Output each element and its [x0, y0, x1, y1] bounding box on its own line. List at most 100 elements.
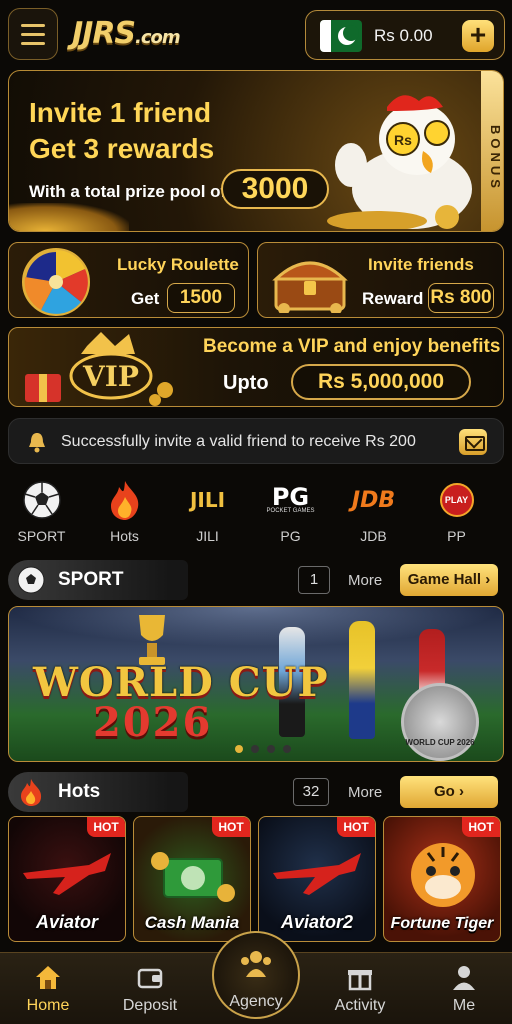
prize-pool-label: With a total prize pool of: [29, 182, 227, 201]
treasure-chest-icon: [272, 261, 348, 313]
mail-icon[interactable]: [459, 429, 487, 455]
carousel-dot[interactable]: [251, 745, 259, 753]
add-funds-button[interactable]: +: [462, 20, 494, 52]
lucky-roulette-card[interactable]: Lucky Roulette Get 1500: [8, 242, 249, 318]
game-name: Fortune Tiger: [390, 915, 494, 932]
sport-section-header: SPORT 1 More Game Hall ›: [8, 560, 504, 600]
nav-home[interactable]: Home: [0, 953, 96, 1024]
game-name: Aviator: [35, 912, 98, 932]
soccer-ball-icon: [17, 566, 45, 594]
menu-icon: [21, 23, 45, 27]
cash-stack-icon: [151, 852, 235, 902]
hot-badge: HOT: [212, 817, 250, 837]
wallet-icon: [137, 968, 163, 989]
svg-text:Rs: Rs: [394, 132, 412, 148]
category-pg[interactable]: PG POCKET GAMES PG: [249, 478, 332, 548]
top-bar: JJRS.com Rs 0.00 +: [0, 0, 512, 70]
carousel-dot[interactable]: [235, 745, 243, 753]
tiger-mascot-icon: [411, 843, 475, 907]
roulette-get-label: Get: [131, 289, 160, 308]
chicken-mascot-image: Rs: [327, 95, 472, 229]
hots-section-tab: Hots: [8, 772, 188, 812]
invite-reward-value: Rs 800: [428, 283, 494, 313]
game-card-aviator[interactable]: HOT Aviator: [8, 816, 126, 942]
hots-more-link[interactable]: More: [348, 784, 382, 801]
gift-icon: [348, 970, 372, 991]
category-hots[interactable]: Hots: [83, 478, 166, 548]
hots-section-title: Hots: [58, 781, 101, 802]
roulette-wheel-icon: [22, 248, 90, 316]
hot-games-list: HOT Aviator HOT Cash Mania HOT Aviator2 …: [8, 816, 504, 942]
hots-section-header: Hots 32 More Go ›: [8, 772, 504, 812]
jdb-logo-icon: JDB: [351, 487, 396, 513]
hot-badge: HOT: [462, 817, 500, 837]
invite-friends-card[interactable]: Invite friends Reward Rs 800: [257, 242, 504, 318]
invite-promo-banner[interactable]: Invite 1 friend Get 3 rewards With a tot…: [8, 70, 504, 232]
invite-subheadline: Get 3 rewards: [29, 133, 215, 164]
carousel-dot[interactable]: [267, 745, 275, 753]
nav-deposit[interactable]: Deposit: [102, 953, 198, 1024]
home-icon: [36, 966, 60, 989]
balance-amount: Rs 0.00: [374, 26, 433, 45]
category-jili[interactable]: JILI JILI: [166, 478, 249, 548]
play-logo-icon: PLAY: [439, 483, 474, 517]
game-card-aviator2[interactable]: HOT Aviator2: [258, 816, 376, 942]
vip-upto-label: Upto: [223, 372, 269, 394]
vip-crown-image: VIP: [25, 332, 173, 406]
game-name: Cash Mania: [144, 913, 240, 932]
notice-bar[interactable]: Successfully invite a valid friend to re…: [8, 418, 504, 464]
nav-agency[interactable]: Agency: [208, 951, 304, 1024]
vip-max-value: Rs 5,000,000: [291, 364, 471, 400]
vip-promo-banner[interactable]: VIP Become a VIP and enjoy benefits Upto…: [8, 327, 504, 407]
roulette-value: 1500: [167, 283, 235, 313]
sport-section-tab: SPORT: [8, 560, 188, 600]
bell-icon: [29, 433, 45, 453]
airplane-icon: [273, 853, 361, 895]
svg-text:VIP: VIP: [82, 360, 139, 393]
world-cup-year: 2026: [93, 699, 213, 746]
hots-count: 32: [293, 778, 329, 806]
invite-friends-title: Invite friends: [368, 255, 474, 274]
hot-badge: HOT: [87, 817, 125, 837]
flame-icon: [21, 779, 42, 806]
nav-me[interactable]: Me: [416, 953, 512, 1024]
bottom-navigation: Home Deposit Agency Activity Me: [0, 931, 512, 1024]
invite-headline: Invite 1 friend: [29, 97, 212, 128]
flame-icon: [110, 481, 138, 520]
category-sport[interactable]: SPORT: [0, 478, 83, 548]
soccer-ball-icon: [22, 481, 61, 519]
world-cup-banner[interactable]: WORLD CUP 2026 WORLD CUP 2026: [8, 606, 504, 762]
game-card-cash-mania[interactable]: HOT Cash Mania: [133, 816, 251, 942]
menu-button[interactable]: [8, 8, 58, 60]
game-hall-button[interactable]: Game Hall ›: [400, 564, 498, 596]
jili-logo-icon: JILI: [189, 488, 226, 512]
category-pp[interactable]: PLAY PP: [415, 478, 498, 548]
pakistan-flag-icon: [320, 20, 362, 52]
carousel-dots[interactable]: [235, 745, 291, 753]
category-jdb[interactable]: JDB JDB: [332, 478, 415, 548]
agency-icon: [241, 951, 271, 977]
notice-text: Successfully invite a valid friend to re…: [61, 433, 416, 450]
site-logo[interactable]: JJRS.com: [72, 16, 181, 51]
player-figure: [349, 621, 375, 739]
game-card-fortune-tiger[interactable]: HOT Fortune Tiger: [383, 816, 501, 942]
hot-badge: HOT: [337, 817, 375, 837]
roulette-title: Lucky Roulette: [117, 255, 239, 274]
sport-more-link[interactable]: More: [348, 572, 382, 589]
wallet-balance[interactable]: Rs 0.00 +: [305, 10, 505, 60]
hots-go-button[interactable]: Go ›: [400, 776, 498, 808]
user-icon: [453, 966, 475, 990]
sport-section-title: SPORT: [58, 569, 124, 590]
bonus-tab[interactable]: BONUS: [481, 71, 503, 231]
game-category-bar: SPORT Hots JILI JILI PG POCKET GAMES PG …: [0, 478, 512, 548]
nav-activity[interactable]: Activity: [312, 953, 408, 1024]
invite-reward-label: Reward: [362, 289, 424, 308]
carousel-dot[interactable]: [283, 745, 291, 753]
sport-count: 1: [298, 566, 330, 594]
pg-logo-icon: PG: [271, 483, 310, 511]
game-name: Aviator2: [280, 912, 354, 932]
prize-pool-value: 3000: [221, 169, 329, 209]
world-cup-coin: WORLD CUP 2026: [401, 683, 479, 761]
coins-decoration: [9, 203, 129, 231]
vip-title: Become a VIP and enjoy benefits: [203, 336, 501, 357]
